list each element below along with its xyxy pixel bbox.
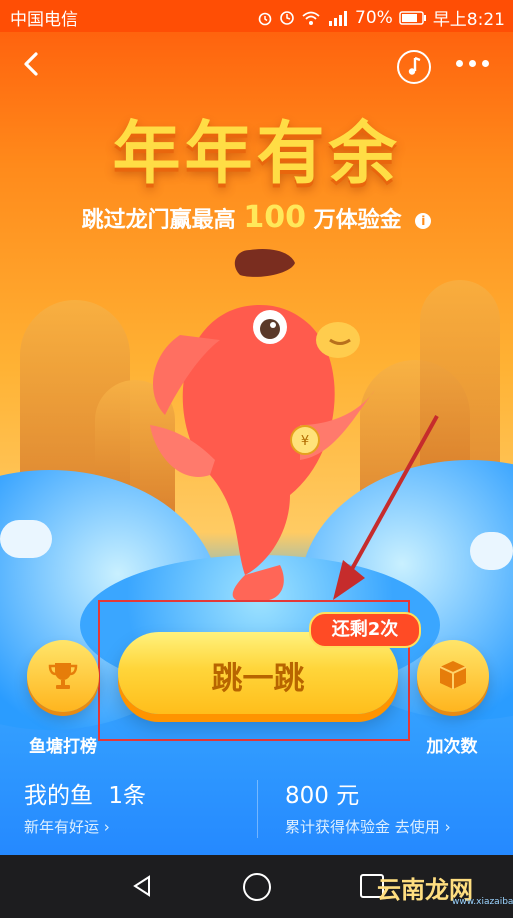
signal-icon — [329, 10, 348, 26]
jump-button-label: 跳一跳 — [211, 661, 305, 697]
subtitle-prefix: 跳过龙门赢最高 — [81, 208, 236, 233]
my-fish-sub-label: 新年有好运 — [24, 818, 100, 836]
my-fish-stat[interactable]: 我的鱼 1条 — [24, 776, 146, 810]
battery-percent: 70% — [355, 7, 393, 28]
my-fish-subtext[interactable]: 新年有好运 › — [24, 816, 110, 837]
bonus-amount[interactable]: 800 元 — [285, 776, 359, 810]
add-chances-label: 加次数 — [426, 737, 478, 757]
my-fish-label: 我的鱼 — [24, 783, 93, 809]
status-right: 70% 早上8:21 — [257, 5, 505, 30]
status-bar: 中国电信 70% 早上8:21 — [0, 0, 513, 32]
watermark-url: www.xiazaiba.com — [452, 897, 513, 907]
leaderboard-label: 鱼塘打榜 — [29, 737, 97, 757]
more-dots-icon[interactable] — [456, 60, 489, 67]
subtitle-suffix: 万体验金 — [313, 208, 402, 233]
clock-icon — [280, 10, 294, 25]
cloud-left — [0, 520, 52, 558]
app-screen: 中国电信 70% 早上8:21 年年有余 跳过龙门赢最高 100 万体验金 i — [0, 0, 513, 918]
bonus-subtext[interactable]: 累计获得体验金 去使用 › — [285, 816, 451, 837]
status-time: 早上8:21 — [432, 10, 505, 30]
nav-back-icon[interactable] — [130, 874, 154, 898]
chevron-right-icon: › — [103, 818, 110, 836]
leaderboard-button[interactable] — [27, 640, 99, 712]
music-note-icon — [408, 56, 421, 75]
top-bar — [0, 32, 513, 102]
back-chevron-icon[interactable] — [18, 50, 46, 78]
page-title: 年年有余 — [112, 115, 401, 194]
nav-home-icon[interactable] — [243, 873, 271, 901]
remaining-badge: 还剩2次 — [309, 612, 421, 648]
music-button[interactable] — [397, 50, 431, 84]
subtitle-number: 100 — [243, 200, 306, 235]
stats-divider — [257, 780, 258, 838]
info-icon[interactable]: i — [415, 213, 432, 229]
annotation-arrow — [333, 415, 439, 600]
action-row: 鱼塘打榜 跳一跳 还剩2次 加次数 — [0, 600, 513, 757]
stats-panel: 我的鱼 1条 新年有好运 › 800 元 累计获得体验金 去使用 › — [0, 760, 513, 855]
svg-text:¥: ¥ — [301, 434, 309, 449]
page-subtitle: 跳过龙门赢最高 100 万体验金 i — [0, 200, 513, 235]
carrier-label: 中国电信 — [10, 10, 78, 30]
my-fish-count: 1条 — [108, 783, 146, 809]
box-icon — [439, 661, 467, 689]
bonus-sub-label: 累计获得体验金 去使用 — [285, 818, 440, 836]
alarm-icon — [258, 12, 272, 25]
battery-icon — [399, 10, 426, 25]
cloud-right — [470, 532, 513, 570]
add-chances-button[interactable] — [417, 640, 489, 712]
wifi-icon — [302, 11, 320, 25]
chevron-right-icon: › — [444, 818, 451, 836]
trophy-icon — [48, 663, 78, 689]
